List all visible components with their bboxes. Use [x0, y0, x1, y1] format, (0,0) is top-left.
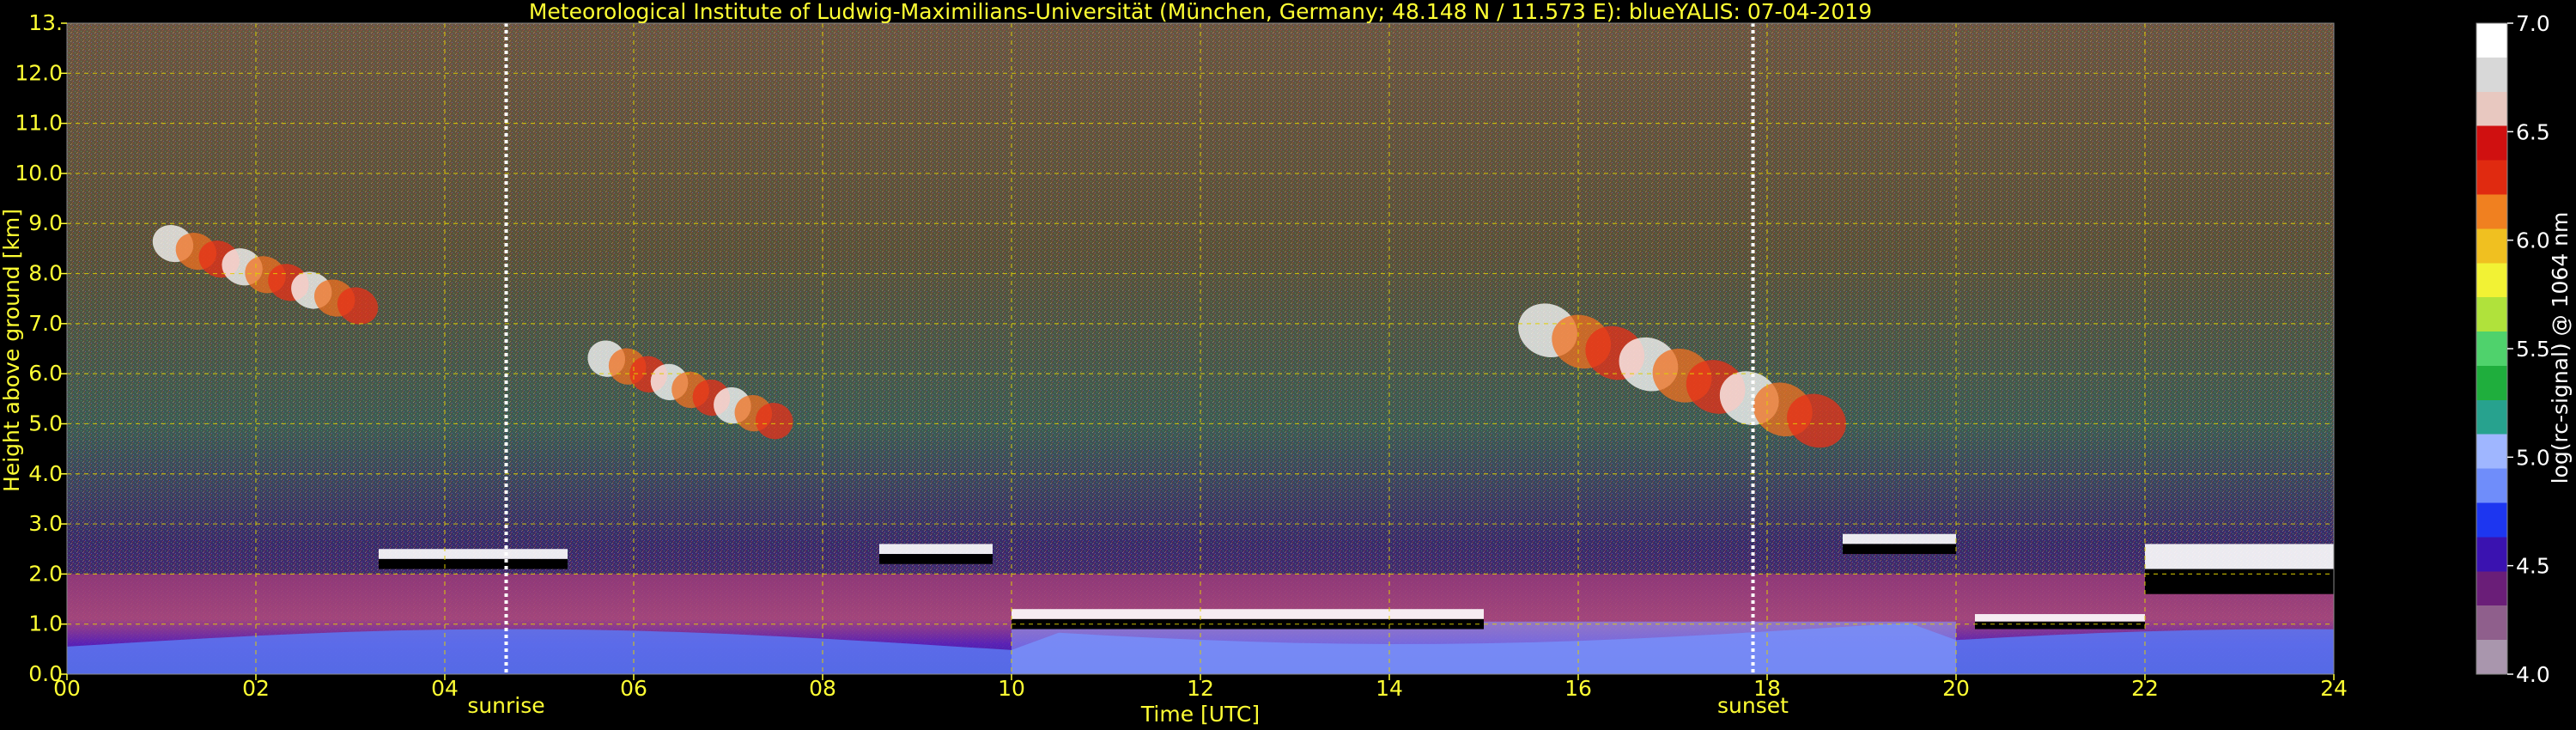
chart-title: Meteorological Institute of Ludwig-Maxim…: [529, 0, 1872, 24]
colorbar-tick-label: 6.5: [2516, 119, 2550, 144]
colorbar-ticks: 4.0 4.5 5.0 5.5 6.0 6.5 7.0: [2507, 11, 2550, 687]
chart: sunrise sunset00 02 04 06 08 10 12 14 16 18 20 22 240…: [0, 0, 2573, 727]
x-tick-label: 16: [1564, 676, 1592, 701]
cloud-top: [379, 549, 568, 559]
x-tick-label: 14: [1376, 676, 1403, 701]
y-tick-label: 12.0: [15, 60, 63, 85]
colorbar-tick-label: 5.0: [2516, 445, 2550, 470]
colorbar-tick-label: 4.0: [2516, 662, 2550, 687]
x-tick-label: 10: [998, 676, 1025, 701]
y-tick-label: 7.0: [28, 311, 63, 336]
colorbar-tick-label: 7.0: [2516, 11, 2550, 36]
y-tick-label: 2.0: [28, 561, 63, 586]
y-tick-label: 13.: [28, 10, 63, 35]
colorbar-rect: [2476, 22, 2508, 675]
x-tick-label: 08: [809, 676, 836, 701]
colorbar-tick-label: 6.0: [2516, 228, 2550, 253]
x-tick-label: 24: [2320, 676, 2348, 701]
cloud-base: [879, 554, 993, 564]
aerosol-layer-day: [1012, 621, 1956, 674]
y-tick-label: 4.0: [28, 461, 63, 486]
y-tick-label: 10.0: [15, 161, 63, 186]
cloud-top: [879, 544, 993, 555]
colorbar-tick-label: 4.5: [2516, 554, 2550, 579]
cloud-base: [379, 558, 568, 569]
x-axis-label: Time [UTC]: [1140, 702, 1260, 727]
colorbar-label: log(rc-signal) @ 1064 nm: [2548, 212, 2573, 484]
cloud-base: [2145, 569, 2334, 594]
cloud-top: [1843, 533, 1956, 544]
y-tick-label: 0.0: [28, 661, 63, 686]
x-tick-label: 22: [2131, 676, 2159, 701]
x-tick-label: 20: [1942, 676, 1970, 701]
y-tick-label: 11.0: [15, 111, 63, 136]
y-tick-label: 3.0: [28, 511, 63, 536]
x-tick-label: 04: [431, 676, 459, 701]
y-tick-label: 5.0: [28, 411, 63, 435]
x-tick-label: 06: [620, 676, 647, 701]
x-tick-label: 18: [1753, 676, 1781, 701]
cloud-top: [1012, 609, 1484, 619]
x-tick-label: 12: [1187, 676, 1214, 701]
cloud-top: [1975, 614, 2145, 622]
colorbar-tick-label: 5.5: [2516, 337, 2550, 362]
cloud-top: [2145, 544, 2334, 569]
y-tick-label: 1.0: [28, 611, 63, 636]
y-tick-label: 8.0: [28, 261, 63, 286]
colorbar: 4.0 4.5 5.0 5.5 6.0 6.5 7.0 log(rc-signal) @ 1…: [2476, 11, 2573, 687]
y-tick-label: 9.0: [28, 210, 63, 235]
cloud-base: [1843, 544, 1956, 555]
sunrise-label: sunrise: [467, 693, 544, 718]
y-axis-label: Height above ground [km]: [0, 209, 24, 492]
y-tick-label: 6.0: [28, 361, 63, 386]
cloud-base: [1975, 621, 2145, 630]
x-tick-label: 02: [242, 676, 270, 701]
plot-area: [66, 22, 2335, 675]
